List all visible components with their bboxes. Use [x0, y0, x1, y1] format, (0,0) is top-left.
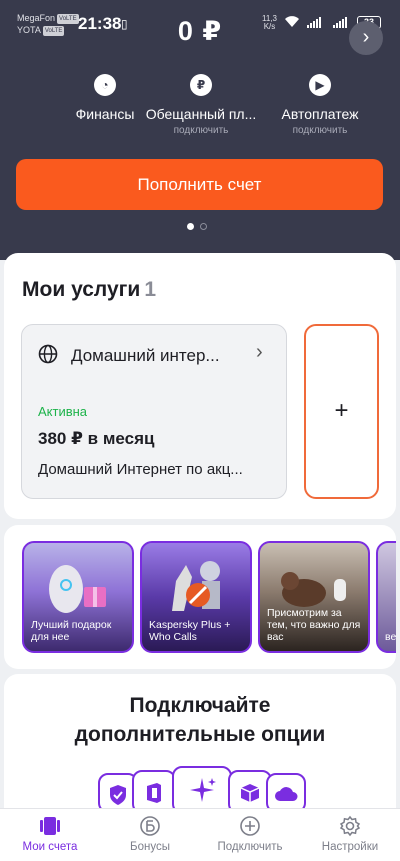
- stories-carousel: Лучший подарок для нее Kaspersky Plus + …: [4, 525, 396, 669]
- nav-bonuses[interactable]: Бонусы: [100, 815, 200, 853]
- option-cloud[interactable]: [266, 773, 306, 813]
- service-item[interactable]: Домашний интер... › Активна 380 ₽ в меся…: [21, 324, 287, 499]
- nav-settings[interactable]: Настройки: [300, 815, 400, 853]
- quick-action-autopay[interactable]: ▶ Автоплатеж подключить: [250, 74, 390, 136]
- story-card[interactable]: ве...: [376, 541, 396, 653]
- story-card[interactable]: Присмотрим за тем, что важно для вас: [258, 541, 370, 653]
- shield-icon: [110, 785, 126, 805]
- services-title: Мои услуги 1: [22, 278, 156, 301]
- service-name: Домашний интер...: [71, 346, 220, 365]
- bonus-icon: [140, 816, 160, 836]
- chevron-right-icon: ›: [362, 26, 370, 48]
- option-sparkles[interactable]: [172, 766, 232, 814]
- nav-my-accounts[interactable]: Мои счета: [0, 815, 100, 853]
- story-card[interactable]: Kaspersky Plus + Who Calls: [140, 541, 252, 653]
- clock-money-icon: ◔: [94, 74, 116, 96]
- page-dot-active: [187, 223, 194, 230]
- bottom-navigation: Мои счета Бонусы Подключить Настройки: [0, 808, 400, 861]
- page-dot: [200, 223, 207, 230]
- balance-amount: 0 ₽: [177, 16, 223, 46]
- topup-button[interactable]: Пополнить счет: [16, 159, 383, 210]
- page-indicator: [187, 223, 207, 230]
- cloud-icon: [275, 787, 298, 801]
- chevron-right-icon: ›: [256, 341, 263, 363]
- globe-icon: [38, 344, 58, 364]
- dog-camera-image: [281, 572, 346, 607]
- knight-image: [172, 561, 220, 611]
- service-price: 380 ₽ в месяц: [38, 429, 155, 448]
- plus-circle-icon: [240, 816, 260, 836]
- play-icon: ▶: [309, 74, 331, 96]
- service-status: Активна: [38, 404, 88, 419]
- options-card: Подключайте дополнительные опции: [4, 674, 396, 824]
- gear-icon: [339, 815, 361, 837]
- office-icon: [147, 783, 161, 803]
- ruble-circle-icon: ₽: [190, 74, 212, 96]
- box-icon: [240, 784, 260, 802]
- speaker-gift-image: [49, 565, 106, 613]
- cards-icon: [40, 817, 60, 835]
- plus-icon: +: [334, 397, 349, 424]
- nav-connect[interactable]: Подключить: [200, 815, 300, 853]
- add-service-button[interactable]: +: [304, 324, 379, 499]
- balance-next-button[interactable]: ›: [349, 21, 383, 55]
- options-title: Подключайте дополнительные опции: [74, 694, 326, 746]
- story-card[interactable]: Лучший подарок для нее: [22, 541, 134, 653]
- sparkles-icon: [190, 778, 216, 802]
- header-panel: MegaFonVoLTE YOTAVoLTE 21:38 ▯ 11,3K/s 3…: [0, 0, 400, 260]
- services-card: Мои услуги 1 Домашний интер... › Активна …: [4, 253, 396, 519]
- service-description: Домашний Интернет по акц...: [38, 461, 243, 478]
